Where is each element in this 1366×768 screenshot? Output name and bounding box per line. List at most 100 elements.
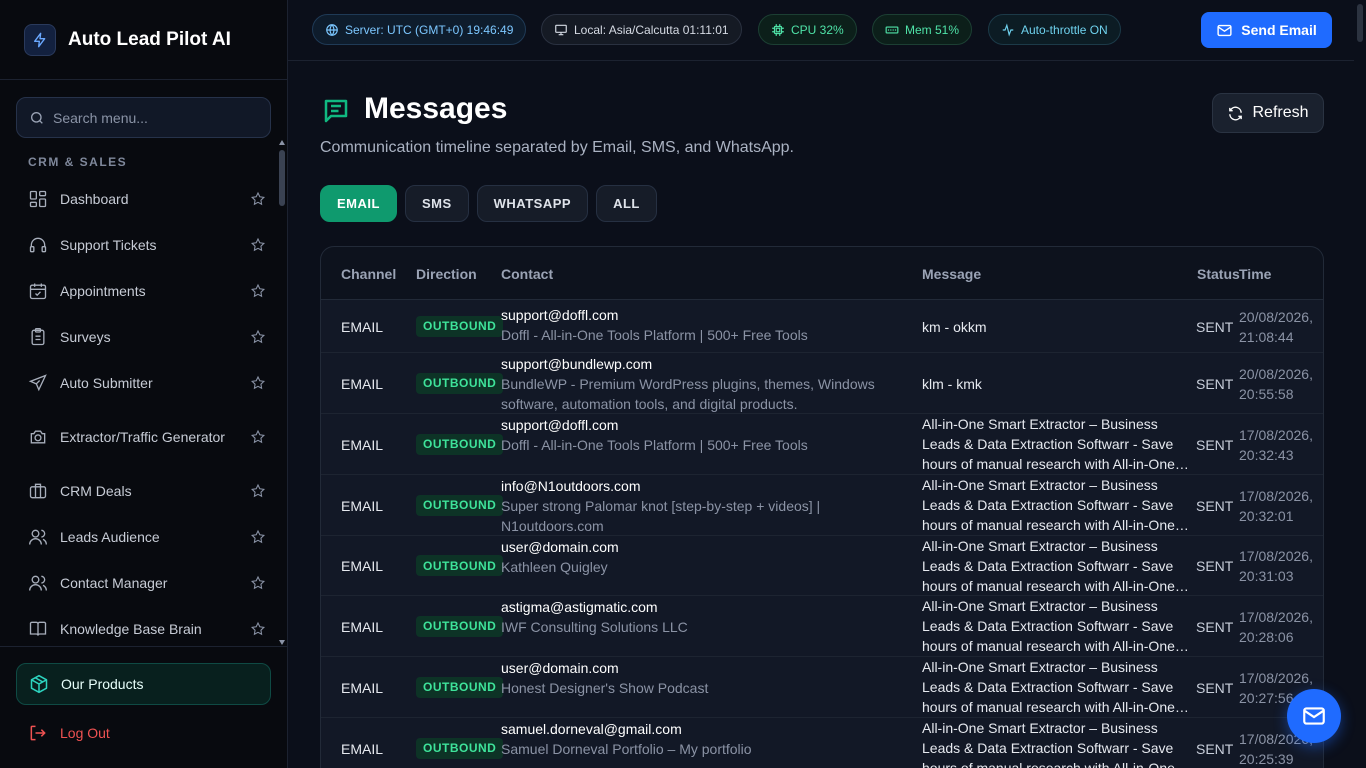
table-row[interactable]: EMAIL OUTBOUND support@doffl.com Doffl - Al… (321, 300, 1323, 353)
contact-email[interactable]: samuel.dorneval@gmail.com (501, 719, 901, 739)
page-scroll-thumb[interactable] (1357, 4, 1363, 42)
contact-email[interactable]: info@N1outdoors.com (501, 476, 901, 496)
sidebar-item-label: Knowledge Base Brain (60, 621, 202, 637)
camera-icon (30, 430, 46, 444)
message-text: klm - kmk (922, 375, 982, 392)
star-icon[interactable] (250, 483, 266, 499)
globe-icon (326, 23, 338, 36)
page-scrollbar[interactable] (1354, 0, 1366, 768)
star-icon[interactable] (250, 621, 266, 637)
contact-email[interactable]: support@doffl.com (501, 415, 901, 435)
tab-whatsapp[interactable]: WHATSAPP (476, 185, 589, 222)
send-icon (28, 374, 47, 392)
our-products-button[interactable]: Our Products (16, 663, 271, 705)
sidebar-item-crm-deals[interactable]: CRM Deals (16, 468, 278, 514)
search-input[interactable] (53, 109, 253, 126)
star-icon[interactable] (250, 575, 266, 591)
message-cell: All-in-One Smart Extractor – Business Le… (922, 657, 1192, 717)
logout-button[interactable]: Log Out (28, 723, 110, 743)
scroll-up-arrow-icon[interactable] (279, 140, 285, 145)
contact-email[interactable]: support@doffl.com (501, 305, 901, 325)
sidebar-scroll-thumb[interactable] (279, 150, 285, 206)
send-email-button[interactable]: Send Email (1201, 12, 1332, 48)
sidebar-item-extractor[interactable]: Extractor/Traffic Generator (16, 406, 278, 468)
table-row[interactable]: EMAIL OUTBOUND samuel.dorneval@gmail.com Sa… (321, 718, 1323, 768)
table-row[interactable]: EMAIL OUTBOUND astigma@astigmatic.com IWF C… (321, 596, 1323, 657)
sidebar-item-contact-manager[interactable]: Contact Manager (16, 560, 278, 606)
contact-site: Doffl - All-in-One Tools Platform | 500+… (501, 327, 808, 343)
table-header: Channel Direction Contact Message Status… (321, 247, 1323, 300)
sidebar-item-knowledge-base[interactable]: Knowledge Base Brain (16, 606, 278, 642)
message-square-icon (320, 96, 352, 129)
star-icon[interactable] (250, 375, 266, 391)
contact-site: Samuel Dorneval Portfolio – My portfolio (501, 741, 752, 757)
auto-throttle-badge[interactable]: Auto-throttle ON (988, 14, 1121, 45)
sidebar-item-appointments[interactable]: Appointments (16, 268, 278, 314)
tab-email[interactable]: EMAIL (320, 185, 397, 222)
direction-badge: OUTBOUND (416, 737, 504, 759)
table-row[interactable]: EMAIL OUTBOUND support@doffl.com Doffl - Al… (321, 414, 1323, 475)
lightning-icon (24, 23, 56, 56)
channel-cell: EMAIL (341, 679, 384, 696)
message-cell: klm - kmk (922, 374, 1192, 394)
time-clock: 20:28:06 (1239, 628, 1294, 645)
channel-cell: EMAIL (341, 740, 384, 757)
sidebar-item-dashboard[interactable]: Dashboard (16, 176, 278, 222)
sidebar-item-surveys[interactable]: Surveys (16, 314, 278, 360)
refresh-button[interactable]: Refresh (1212, 93, 1324, 133)
time-cell: 17/08/2026, 20:32:01 (1239, 486, 1323, 526)
tab-sms[interactable]: SMS (404, 185, 469, 222)
time-clock: 21:08:44 (1239, 328, 1294, 345)
star-icon[interactable] (250, 191, 266, 207)
time-clock: 20:25:39 (1239, 750, 1294, 767)
star-icon[interactable] (250, 429, 266, 445)
status-cell: SENT (1196, 679, 1234, 696)
table-row[interactable]: EMAIL OUTBOUND info@N1outdoors.com Super st… (321, 475, 1323, 536)
contact-site: BundleWP - Premium WordPress plugins, th… (501, 376, 875, 412)
time-cell: 20/08/2026, 20:55:58 (1239, 364, 1323, 404)
logout-label: Log Out (60, 725, 110, 741)
message-cell: All-in-One Smart Extractor – Business Le… (922, 596, 1192, 656)
channel-tabs: EMAIL SMS WHATSAPP ALL (320, 185, 657, 222)
table-row[interactable]: EMAIL OUTBOUND user@domain.com Honest Desig… (321, 657, 1323, 718)
sidebar-item-label: Extractor/Traffic Generator (60, 429, 225, 445)
star-icon[interactable] (250, 283, 266, 299)
table-row[interactable]: EMAIL OUTBOUND user@domain.com Kathleen Qui… (321, 536, 1323, 596)
time-clock: 20:55:58 (1239, 385, 1294, 402)
contact-cell: support@bundlewp.com BundleWP - Premium W… (501, 354, 901, 414)
time-cell: 17/08/2026, 20:32:43 (1239, 425, 1323, 465)
star-icon[interactable] (250, 529, 266, 545)
box-icon (30, 674, 48, 694)
server-time-text: Server: UTC (GMT+0) 19:46:49 (345, 22, 514, 37)
table-row[interactable]: EMAIL OUTBOUND support@bundlewp.com BundleW… (321, 353, 1323, 414)
direction-badge: OUTBOUND (416, 555, 504, 576)
column-header-channel: Channel (341, 266, 397, 282)
contact-email[interactable]: user@domain.com (501, 658, 901, 678)
tab-all[interactable]: ALL (596, 185, 657, 222)
clipboard-icon (31, 328, 45, 346)
column-header-message: Message (922, 266, 982, 282)
direction-badge: OUTBOUND (416, 615, 504, 637)
sidebar-scrollbar[interactable] (279, 140, 285, 645)
search-icon (31, 111, 43, 124)
contact-email[interactable]: astigma@astigmatic.com (501, 597, 901, 617)
direction-badge: OUTBOUND (416, 372, 504, 394)
sidebar-item-auto-submitter[interactable]: Auto Submitter (16, 360, 278, 406)
contact-email[interactable]: user@domain.com (501, 537, 901, 557)
contact-cell: samuel.dorneval@gmail.com Samuel Dorneval… (501, 719, 901, 759)
star-icon[interactable] (250, 237, 266, 253)
message-text: All-in-One Smart Extractor – Business Le… (922, 416, 1175, 472)
contact-email[interactable]: support@bundlewp.com (501, 354, 901, 374)
sidebar-item-support-tickets[interactable]: Support Tickets (16, 222, 278, 268)
brand-title: Auto Lead Pilot AI (68, 28, 231, 50)
contact-cell: user@domain.com Kathleen Quigley (501, 537, 901, 577)
contact-site: Kathleen Quigley (501, 559, 608, 575)
sidebar-item-leads-audience[interactable]: Leads Audience (16, 514, 278, 560)
star-icon[interactable] (250, 329, 266, 345)
menu-search[interactable] (16, 97, 271, 138)
sidebar-item-label: Contact Manager (60, 575, 168, 591)
contact-site: Doffl - All-in-One Tools Platform | 500+… (501, 437, 808, 453)
scroll-down-arrow-icon[interactable] (279, 640, 285, 645)
direction-badge: OUTBOUND (416, 315, 504, 337)
compose-email-fab[interactable] (1287, 689, 1341, 743)
